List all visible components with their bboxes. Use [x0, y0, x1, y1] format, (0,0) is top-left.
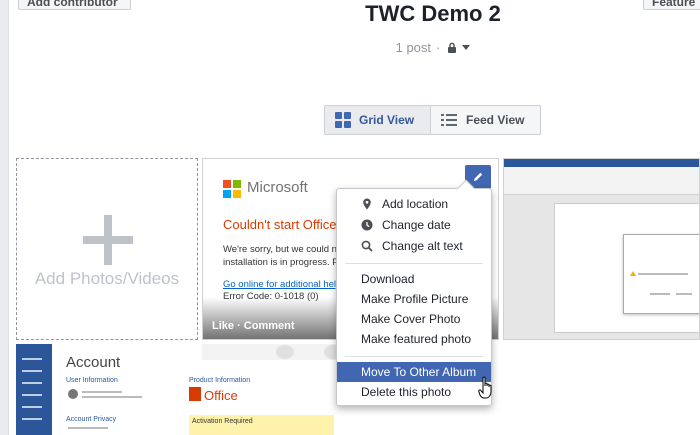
account-title: Account: [66, 354, 121, 371]
left-rail: [0, 0, 9, 435]
album-meta: 1 post ·: [340, 40, 526, 55]
activation-required-label: Activation Required: [192, 418, 253, 425]
grid-icon: [335, 112, 351, 128]
account-privacy-label: Account Privacy: [66, 416, 117, 423]
post-count: 1 post: [395, 40, 432, 55]
warning-icon: [630, 271, 636, 276]
album-title: TWC Demo 2: [365, 1, 501, 26]
add-contributor-button[interactable]: Add contributor: [18, 0, 131, 10]
menu-item-make-cover-photo[interactable]: Make Cover Photo: [337, 309, 491, 329]
grid-view-label: Grid View: [359, 113, 415, 127]
feed-view-button[interactable]: Feed View: [431, 106, 540, 134]
menu-item-add-location[interactable]: Add location: [337, 194, 491, 214]
feed-view-label: Feed View: [466, 113, 525, 127]
menu-item-make-profile-picture[interactable]: Make Profile Picture: [337, 289, 491, 309]
avatar: [68, 389, 78, 399]
feature-button[interactable]: Feature: [643, 0, 700, 10]
menu-item-move-to-other-album[interactable]: Move To Other Album: [337, 362, 491, 382]
location-pin-icon: [363, 198, 371, 210]
photo-options-menu: Add location Change date Change alt text…: [336, 179, 492, 406]
meta-separator: ·: [436, 40, 441, 55]
office-wordmark: Office: [204, 388, 238, 403]
hand-cursor-icon: [478, 376, 492, 399]
add-photos-label: Add Photos/Videos: [34, 269, 180, 288]
grid-view-button[interactable]: Grid View: [325, 106, 431, 134]
privacy-selector[interactable]: [447, 42, 457, 53]
like-comment-link[interactable]: Like · Comment: [212, 320, 295, 332]
menu-separator: [345, 263, 483, 264]
photo-account-screen[interactable]: Account User Information Account Privacy: [16, 344, 198, 435]
microsoft-wordmark: Microsoft: [247, 179, 308, 196]
user-information-label: User Information: [66, 377, 118, 384]
menu-item-change-date[interactable]: Change date: [337, 215, 491, 235]
add-photos-tile[interactable]: Add Photos/Videos: [16, 158, 198, 340]
pencil-icon: [474, 172, 483, 181]
clock-icon: [361, 219, 373, 231]
menu-item-delete-photo[interactable]: Delete this photo: [337, 382, 491, 402]
help-link: Go online for additional help: [223, 279, 342, 290]
magnifier-icon: [361, 240, 373, 252]
privacy-dropdown-caret-icon[interactable]: [462, 45, 471, 50]
microsoft-logo-icon: [223, 180, 241, 198]
error-title: Couldn't start Office: [223, 217, 337, 232]
menu-separator: [345, 356, 483, 357]
office-logo-icon: [189, 387, 201, 401]
menu-item-download[interactable]: Download: [337, 269, 491, 289]
menu-item-make-featured-photo[interactable]: Make featured photo: [337, 329, 491, 349]
product-information-label: Product Information: [189, 377, 251, 384]
menu-item-change-alt-text[interactable]: Change alt text: [337, 236, 491, 256]
photo-word-document[interactable]: [503, 158, 700, 340]
lock-icon: [448, 42, 457, 53]
view-toggle: Grid View Feed View: [324, 105, 541, 135]
dialog-thumbnail: [623, 234, 699, 314]
list-icon: [441, 113, 457, 127]
